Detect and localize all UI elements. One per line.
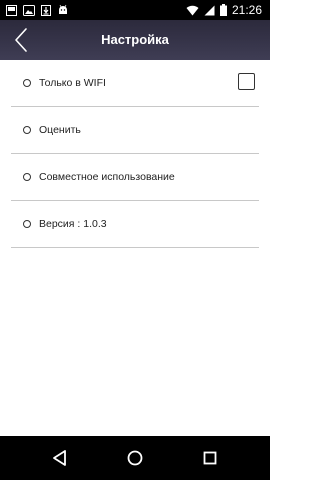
recents-square-icon bbox=[203, 451, 217, 465]
nav-home-button[interactable] bbox=[123, 446, 147, 470]
settings-item-share[interactable]: Совместное использование bbox=[11, 154, 259, 201]
page-title: Настройка bbox=[101, 32, 169, 47]
settings-item-wifi-only[interactable]: Только в WIFI bbox=[11, 60, 259, 107]
status-notifications bbox=[6, 4, 69, 16]
settings-item-version: Версия : 1.0.3 bbox=[11, 201, 259, 248]
status-bar: 21:26 bbox=[0, 0, 270, 20]
navigation-bar bbox=[0, 436, 270, 480]
settings-item-label: Совместное использование bbox=[39, 171, 175, 183]
battery-icon bbox=[219, 4, 227, 16]
wifi-only-checkbox[interactable] bbox=[238, 73, 255, 90]
settings-item-label: Только в WIFI bbox=[39, 77, 106, 89]
notification-box-icon bbox=[6, 4, 17, 16]
app-bar: Настройка bbox=[0, 20, 270, 60]
bullet-icon bbox=[23, 173, 31, 181]
home-circle-icon bbox=[127, 450, 143, 466]
settings-item-label: Версия : 1.0.3 bbox=[39, 218, 107, 230]
nav-back-button[interactable] bbox=[48, 446, 72, 470]
photo-icon bbox=[23, 4, 35, 16]
android-icon bbox=[59, 4, 67, 14]
nav-recents-button[interactable] bbox=[198, 446, 222, 470]
settings-item-label: Оценить bbox=[39, 124, 81, 136]
signal-icon bbox=[204, 5, 215, 15]
settings-item-rate[interactable]: Оценить bbox=[11, 107, 259, 154]
wifi-icon bbox=[186, 5, 199, 15]
back-triangle-icon bbox=[53, 450, 66, 466]
settings-list: Только в WIFI Оценить Совместное использ… bbox=[0, 60, 270, 248]
bullet-icon bbox=[23, 79, 31, 87]
bullet-icon bbox=[23, 126, 31, 134]
status-system: 21:26 bbox=[186, 2, 262, 18]
bullet-icon bbox=[23, 220, 31, 228]
status-time: 21:26 bbox=[231, 3, 262, 17]
download-icon bbox=[41, 4, 51, 16]
